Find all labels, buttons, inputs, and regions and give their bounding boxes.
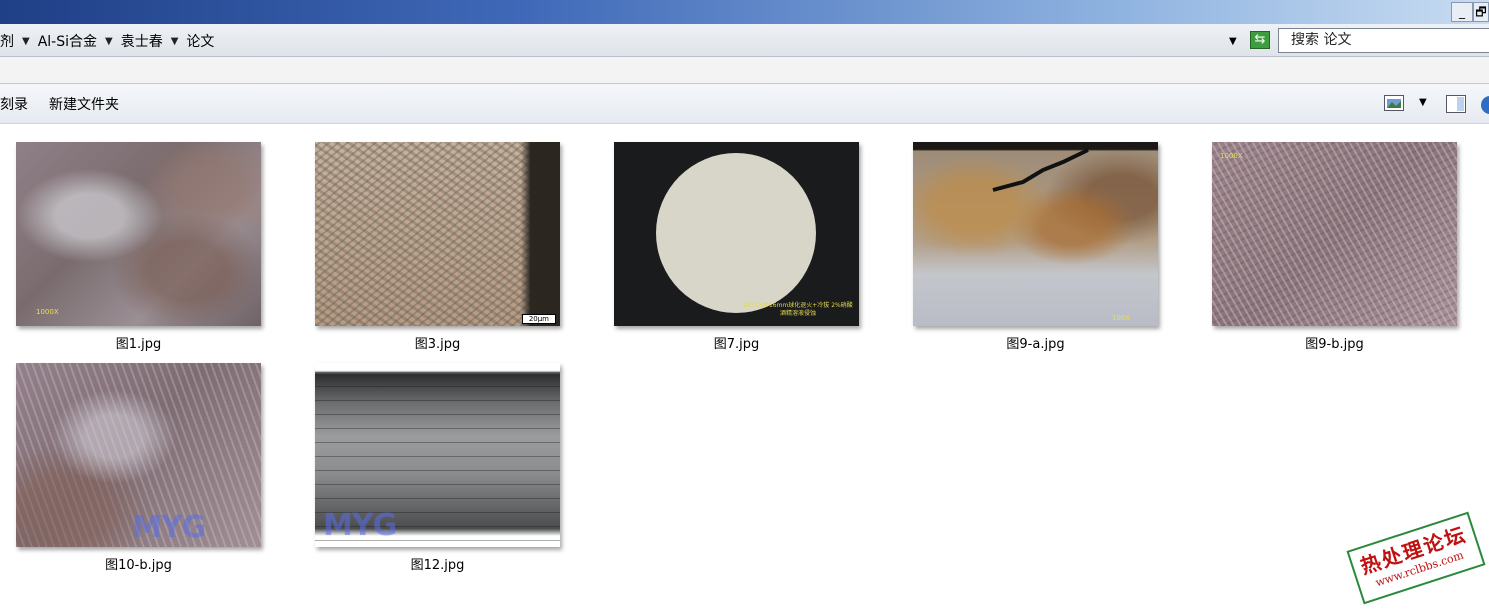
window-titlebar: _ 🗗 — [0, 0, 1489, 24]
help-icon[interactable] — [1480, 95, 1489, 115]
breadcrumb-item[interactable]: 剂 — [0, 31, 14, 51]
image-thumbnail[interactable]: MYG — [16, 363, 261, 547]
file-name: 图3.jpg — [414, 337, 461, 352]
file-item[interactable]: 1000X 图1.jpg — [16, 142, 261, 352]
thumbnail-overlay-text: GCr15/Φ16mm球化退火+冷拔 2%硝酸酒精溶液侵蚀 — [743, 302, 853, 317]
view-icon[interactable] — [1384, 95, 1404, 111]
scale-bar-label: 20μm — [521, 314, 556, 324]
crack-line — [992, 148, 1089, 192]
minimize-button[interactable]: _ — [1451, 2, 1473, 22]
command-toolbar: 刻录 新建文件夹 ▼ — [0, 84, 1489, 124]
search-input[interactable]: 搜索 论文 — [1278, 28, 1489, 53]
chevron-down-icon[interactable]: ▼ — [171, 36, 179, 47]
watermark-logo: MYG — [323, 508, 397, 543]
breadcrumb-item[interactable]: Al-Si合金 — [38, 31, 97, 51]
thumbnail-overlay-text: 100X — [1111, 314, 1130, 322]
image-thumbnail[interactable]: 100X — [913, 142, 1158, 326]
file-item[interactable]: MYG 图12.jpg — [315, 363, 560, 573]
file-item[interactable]: 20μm 图3.jpg — [315, 142, 560, 352]
breadcrumb-item[interactable]: 袁士春 — [121, 31, 163, 51]
thumbnail-overlay-text: 1000X — [36, 308, 59, 316]
file-name: 图12.jpg — [410, 558, 465, 573]
chevron-down-icon[interactable]: ▼ — [22, 36, 30, 47]
file-item[interactable]: 1000X 图9-b.jpg — [1212, 142, 1457, 352]
view-dropdown-icon[interactable]: ▼ — [1419, 97, 1427, 108]
file-name: 图7.jpg — [713, 337, 760, 352]
file-item[interactable]: GCr15/Φ16mm球化退火+冷拔 2%硝酸酒精溶液侵蚀 图7.jpg — [614, 142, 859, 352]
address-history-dropdown-icon[interactable]: ▼ — [1229, 36, 1237, 47]
file-item[interactable]: MYG 图10-b.jpg — [16, 363, 261, 573]
breadcrumb-item[interactable]: 论文 — [186, 31, 214, 51]
image-thumbnail[interactable]: 20μm — [315, 142, 560, 326]
file-view: 1000X 图1.jpg 20μm 图3.jpg GCr15/Φ16mm球化退火… — [0, 124, 1489, 614]
file-name: 图1.jpg — [115, 337, 162, 352]
chevron-down-icon[interactable]: ▼ — [105, 36, 113, 47]
file-item[interactable]: 100X 图9-a.jpg — [913, 142, 1158, 352]
image-thumbnail[interactable]: 1000X — [16, 142, 261, 326]
menu-bar — [0, 57, 1489, 84]
preview-pane-icon[interactable] — [1446, 95, 1466, 113]
image-thumbnail[interactable]: 1000X — [1212, 142, 1457, 326]
watermark-logo: MYG — [132, 510, 206, 545]
restore-button[interactable]: 🗗 — [1473, 2, 1489, 22]
file-name: 图10-b.jpg — [105, 558, 172, 573]
image-thumbnail[interactable]: GCr15/Φ16mm球化退火+冷拔 2%硝酸酒精溶液侵蚀 — [614, 142, 859, 326]
address-bar: 剂 ▼ Al-Si合金 ▼ 袁士春 ▼ 论文 ▼ ⇆ 搜索 论文 — [0, 24, 1489, 57]
thumbnail-overlay-text: 1000X — [1220, 152, 1243, 160]
file-name: 图9-a.jpg — [1006, 337, 1065, 352]
refresh-icon[interactable]: ⇆ — [1250, 31, 1270, 49]
burn-button[interactable]: 刻录 — [0, 94, 28, 114]
image-thumbnail[interactable]: MYG — [315, 363, 560, 547]
new-folder-button[interactable]: 新建文件夹 — [49, 94, 119, 114]
cross-section-disc — [656, 153, 816, 313]
file-name: 图9-b.jpg — [1305, 337, 1364, 352]
breadcrumb: 剂 ▼ Al-Si合金 ▼ 袁士春 ▼ 论文 — [0, 31, 214, 51]
